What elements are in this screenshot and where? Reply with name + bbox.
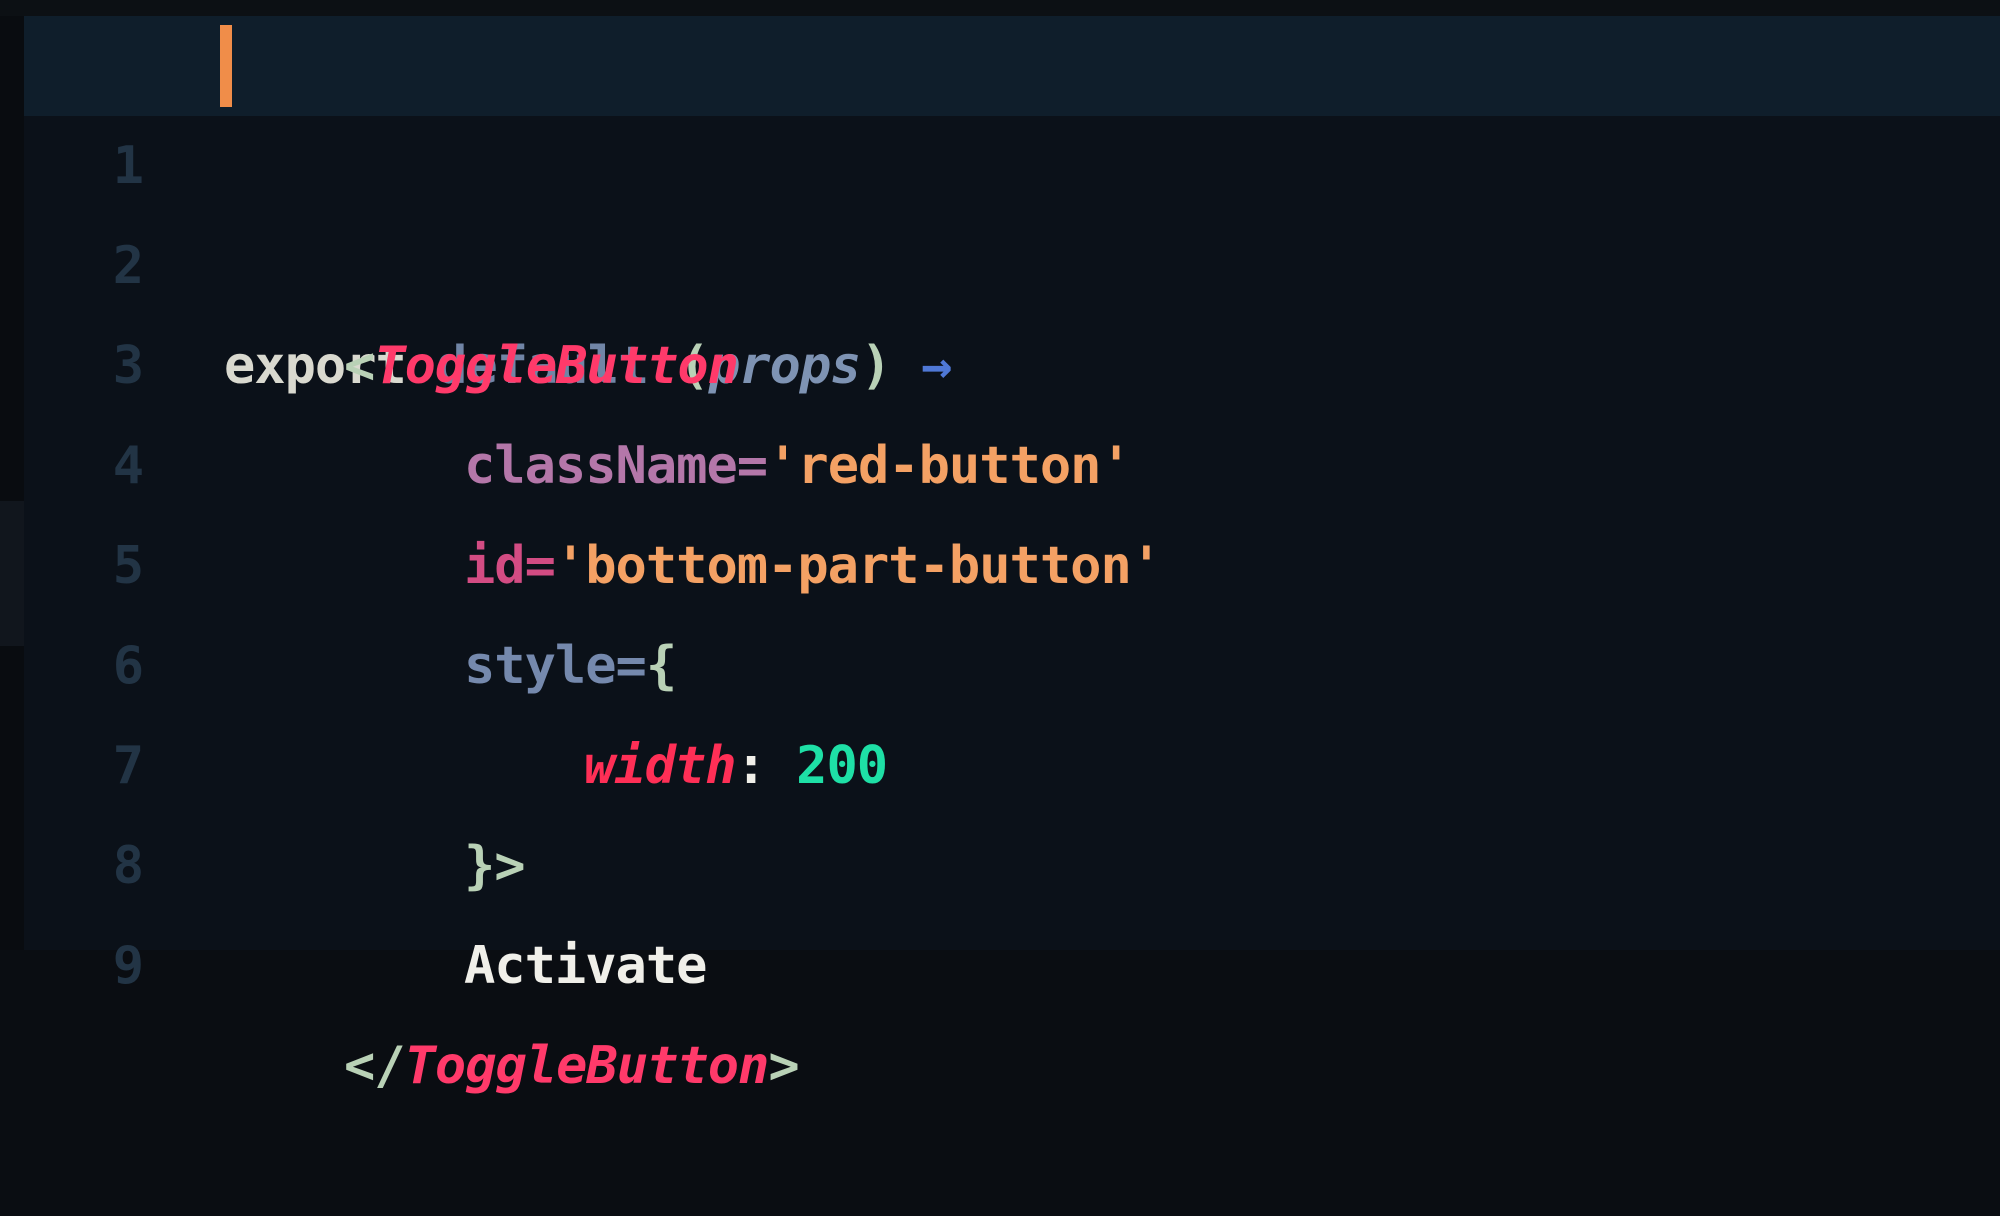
text-activate: Activate <box>464 936 707 996</box>
scroll-marker <box>0 501 24 646</box>
tag-close-open-bracket: </ <box>344 1036 406 1096</box>
code-line-8[interactable]: 8 Activate <box>24 716 2000 996</box>
editor-top-border <box>0 0 2000 16</box>
code-line-7[interactable]: 7 }> <box>24 616 2000 896</box>
code-line-9-content[interactable]: </ToggleButton> <box>344 1016 800 1116</box>
component-name-close: ToggleButton <box>404 1036 770 1096</box>
code-line-9[interactable]: 9 </ToggleButton> <box>24 816 2000 1096</box>
text-cursor <box>220 25 232 107</box>
code-line-4[interactable]: 4 id='bottom-part-button' <box>24 316 2000 596</box>
code-line-6[interactable]: 6 width: 200 <box>24 516 2000 796</box>
line-number-9: 9 <box>112 936 144 996</box>
editor-left-edge <box>0 16 24 950</box>
code-line-5[interactable]: 5 style={ <box>24 416 2000 696</box>
code-line-8-content[interactable]: Activate <box>464 916 707 1016</box>
code-line-2[interactable]: 2 <ToggleButton <box>24 116 2000 396</box>
tag-close-bracket: > <box>768 1036 799 1096</box>
code-line-1[interactable]: 1 export default (props) → <box>24 16 2000 396</box>
code-line-3[interactable]: 3 className='red-button' <box>24 216 2000 496</box>
code-editor[interactable]: 1 export default (props) → 2 <ToggleButt… <box>0 0 2000 1096</box>
